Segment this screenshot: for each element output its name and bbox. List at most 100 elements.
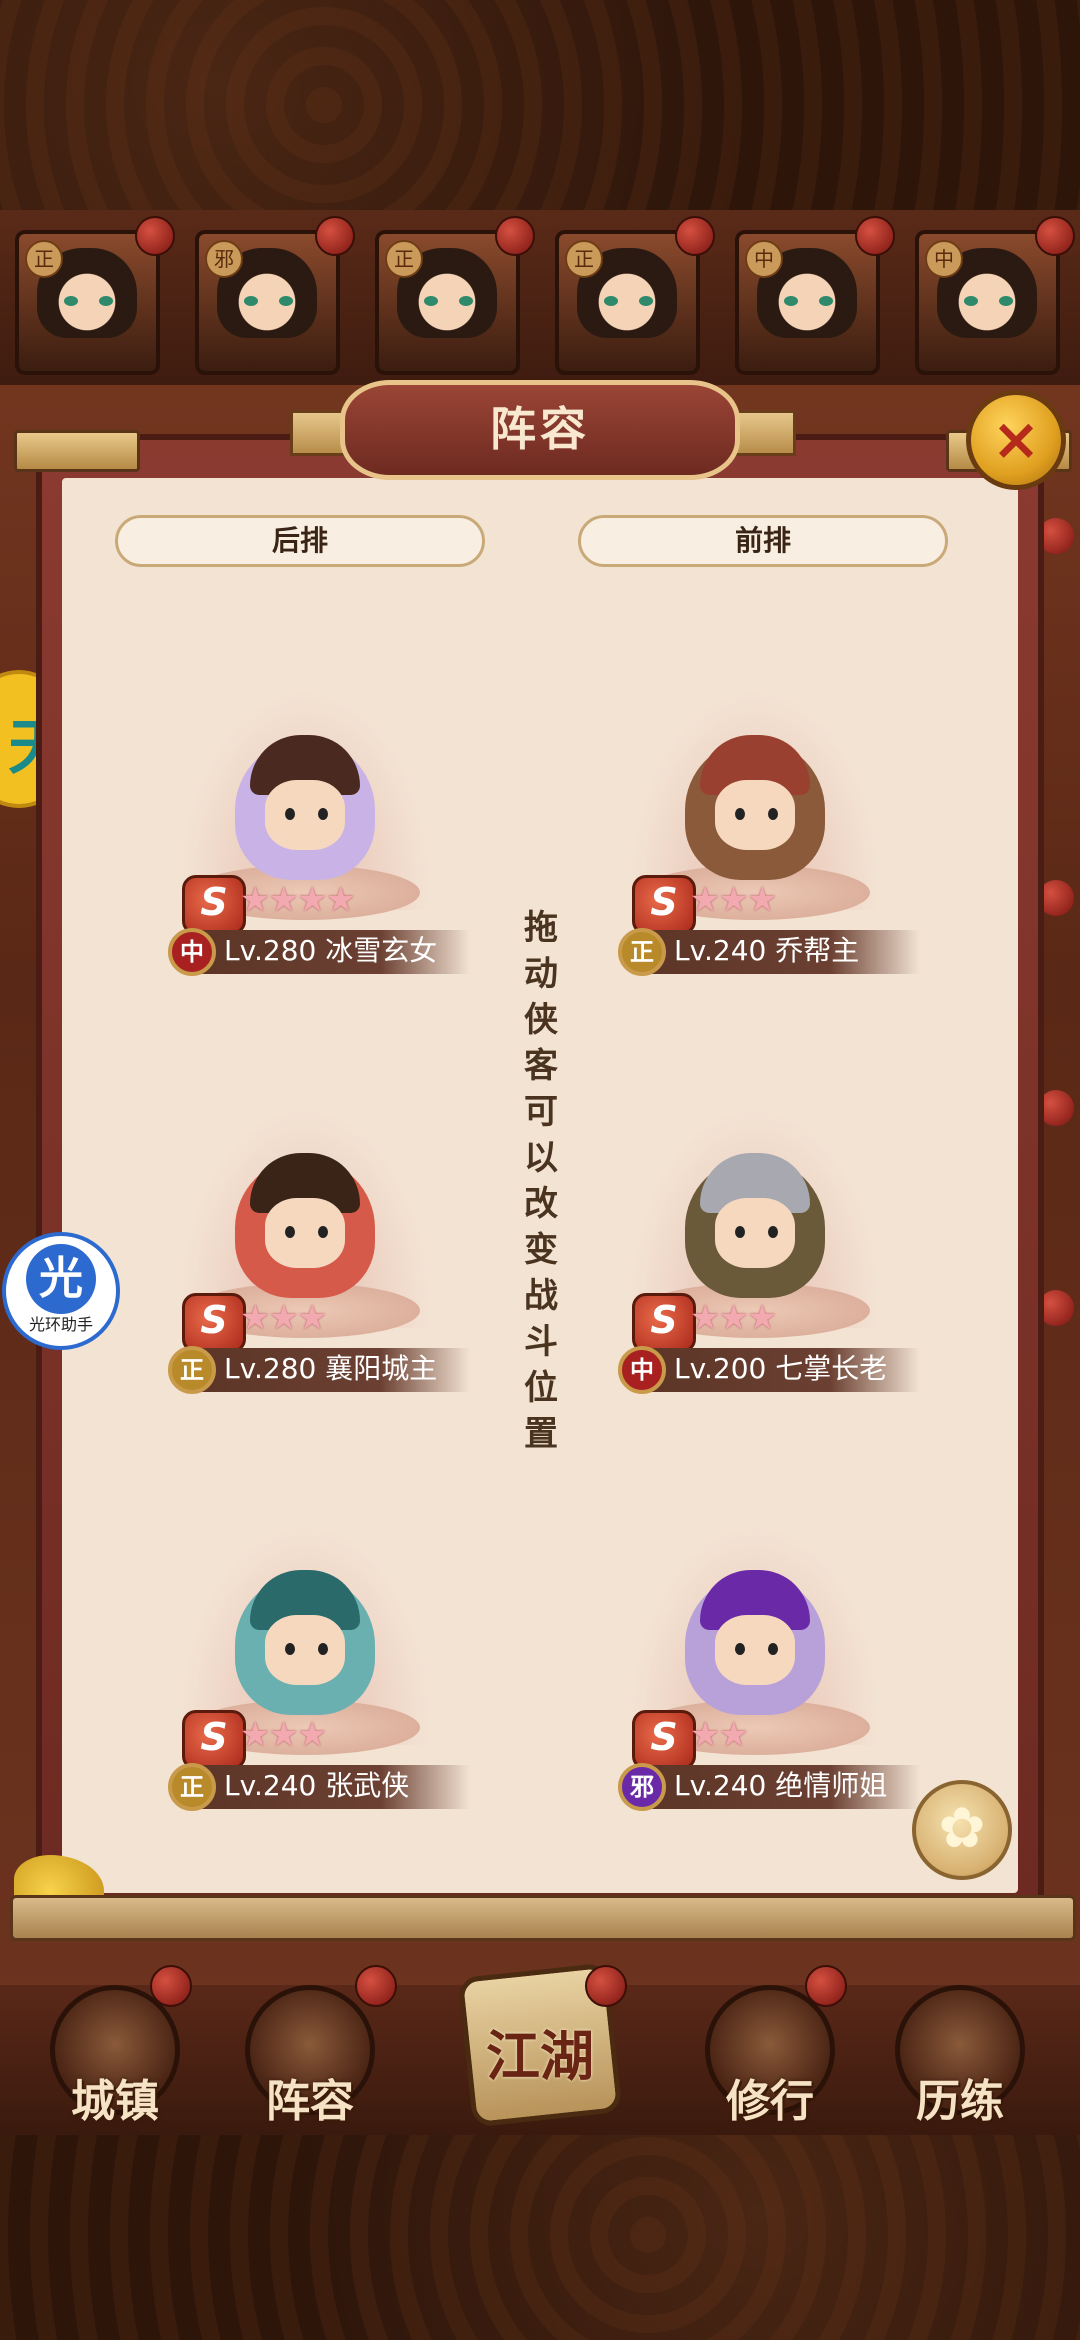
hero-eye: [768, 1643, 778, 1655]
hero-eye: [735, 1643, 745, 1655]
close-icon: ×: [991, 405, 1041, 473]
rank-s-badge: S: [632, 1710, 696, 1770]
nav-label: 城镇: [71, 2076, 159, 2127]
hero-eye: [639, 296, 653, 306]
hero-eye: [735, 808, 745, 820]
rank-s-badge: S: [182, 875, 246, 935]
rank-s-badge: S: [632, 1293, 696, 1353]
hero-eye: [964, 296, 978, 306]
hero-eye: [735, 1226, 745, 1238]
hero-eye: [459, 296, 473, 306]
hero-level-name: Lv.240 张武侠: [224, 1769, 410, 1802]
faction-badge: 正: [565, 240, 603, 278]
front-row-label: 前排: [734, 524, 791, 557]
right-notification-dot: [1038, 518, 1074, 554]
nav-adventure[interactable]: 历练: [890, 1985, 1030, 2130]
hero-eye: [64, 296, 78, 306]
notification-dot: [135, 216, 175, 256]
lineup-hero-card[interactable]: S ★★★ 正 Lv.280 襄阳城主: [140, 1098, 470, 1398]
roster-hero-slot[interactable]: 中★★★★: [915, 230, 1060, 375]
roster-hero-slot[interactable]: 正★★★: [15, 230, 160, 375]
notification-dot: [355, 1965, 397, 2007]
lineup-hero-card[interactable]: S ★★★ 正 Lv.240 乔帮主: [590, 680, 920, 980]
notification-dot: [855, 216, 895, 256]
faction-badge: 邪: [205, 240, 243, 278]
panel-bottom-scroll: [10, 1895, 1076, 1941]
roster-hero-slot[interactable]: 中★★★: [735, 230, 880, 375]
faction-badge: 正: [168, 1763, 216, 1811]
hero-eye: [285, 1226, 295, 1238]
hero-eye: [784, 296, 798, 306]
nav-town[interactable]: 城镇: [45, 1985, 185, 2130]
notification-dot: [315, 216, 355, 256]
roster-hero-slot[interactable]: 邪★★★: [195, 230, 340, 375]
rank-s-badge: S: [182, 1710, 246, 1770]
hero-eye: [99, 296, 113, 306]
auto-arrange-button[interactable]: ✿: [912, 1780, 1012, 1880]
hero-eye: [819, 296, 833, 306]
hero-eye: [318, 1226, 328, 1238]
lineup-hero-card[interactable]: S ★★★ 中 Lv.200 七掌长老: [590, 1098, 920, 1398]
lineup-hero-card[interactable]: S ★★ 邪 Lv.240 绝情师姐: [590, 1515, 920, 1815]
roster-hero-slot[interactable]: 正★★★: [555, 230, 700, 375]
faction-badge: 正: [385, 240, 423, 278]
back-row-header: 后排: [115, 515, 485, 567]
assist-label: 光环助手: [28, 1315, 93, 1334]
hero-face: [265, 1615, 345, 1685]
faction-badge: 中: [745, 240, 783, 278]
hero-level-name: Lv.240 绝情师姐: [674, 1769, 888, 1802]
notification-dot: [805, 1965, 847, 2007]
back-row-label: 后排: [271, 524, 328, 557]
faction-badge: 邪: [618, 1763, 666, 1811]
hero-face: [715, 1615, 795, 1685]
top-background: [0, 0, 1080, 210]
right-notification-dot: [1038, 880, 1074, 916]
faction-badge: 正: [618, 928, 666, 976]
hero-level-name: Lv.280 襄阳城主: [224, 1352, 438, 1385]
hero-face: [715, 780, 795, 850]
nav-lineup[interactable]: 阵容: [240, 1985, 380, 2130]
star-rating: ★★★: [690, 1298, 777, 1338]
nav-label: 江湖: [486, 2025, 594, 2088]
notification-dot: [585, 1965, 627, 2007]
hero-eye: [279, 296, 293, 306]
right-notification-dot: [1038, 1090, 1074, 1126]
notification-dot: [1035, 216, 1075, 256]
bottom-background: [0, 2130, 1080, 2340]
hero-eye: [244, 296, 258, 306]
hero-face: [715, 1198, 795, 1268]
hero-face: [265, 780, 345, 850]
hero-eye: [318, 808, 328, 820]
front-row-header: 前排: [578, 515, 948, 567]
nav-training[interactable]: 修行: [700, 1985, 840, 2130]
hero-level-name: Lv.240 乔帮主: [674, 934, 860, 967]
hero-eye: [318, 1643, 328, 1655]
roster-hero-slot[interactable]: 正★★★: [375, 230, 520, 375]
star-rating: ★★: [690, 1715, 749, 1755]
lineup-hero-card[interactable]: S ★★★ 正 Lv.240 张武侠: [140, 1515, 470, 1815]
assist-icon: 光: [26, 1244, 96, 1314]
panel-corner-decoration: [14, 430, 140, 472]
hero-level-name: Lv.200 七掌长老: [674, 1352, 888, 1385]
star-rating: ★★★★: [240, 880, 356, 920]
close-button[interactable]: ×: [966, 390, 1066, 490]
nav-label: 历练: [916, 2076, 1004, 2127]
faction-badge: 正: [25, 240, 63, 278]
star-rating: ★★★: [240, 1298, 327, 1338]
faction-badge: 中: [618, 1346, 666, 1394]
faction-badge: 正: [168, 1346, 216, 1394]
lineup-hero-card[interactable]: S ★★★★ 中 Lv.280 冰雪玄女: [140, 680, 470, 980]
hero-eye: [285, 1643, 295, 1655]
hero-level-name: Lv.280 冰雪玄女: [224, 934, 438, 967]
nav-label: 修行: [726, 2076, 814, 2127]
assist-floating-button[interactable]: 光 光环助手: [2, 1232, 120, 1350]
panel-title: 阵容: [490, 402, 590, 456]
faction-badge: 中: [168, 928, 216, 976]
notification-dot: [495, 216, 535, 256]
nav-label: 阵容: [266, 2076, 354, 2127]
star-rating: ★★★: [240, 1715, 327, 1755]
flower-icon: ✿: [938, 1796, 986, 1861]
drag-hint-text: 拖动侠客可以改变战斗位置: [524, 908, 558, 1454]
right-notification-dot: [1038, 1290, 1074, 1326]
hero-eye: [285, 808, 295, 820]
